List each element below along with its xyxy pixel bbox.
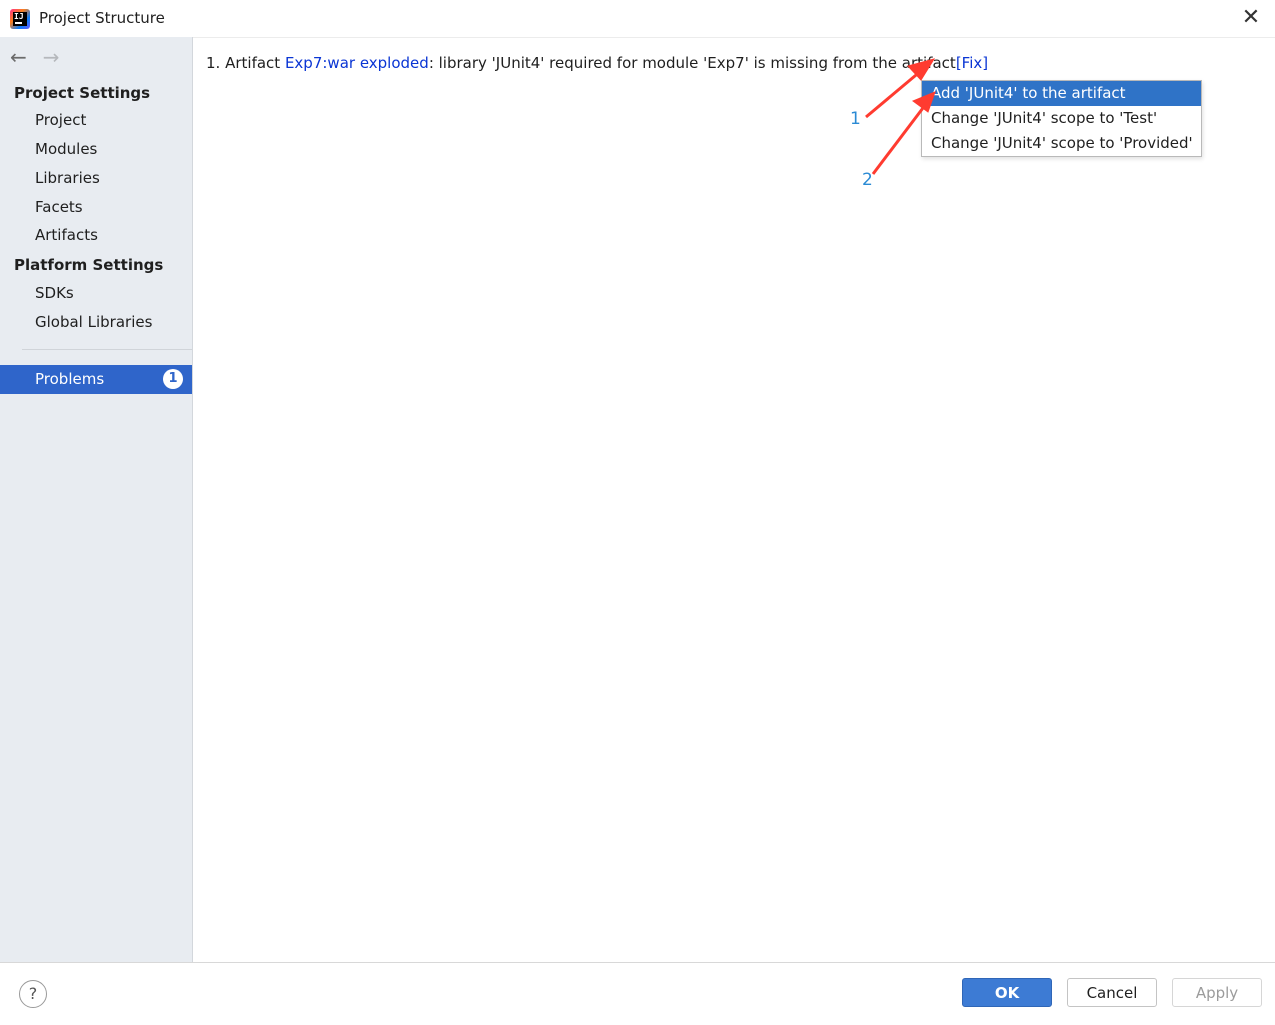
- apply-button[interactable]: Apply: [1172, 978, 1262, 1007]
- annotation-label-2: 2: [862, 170, 873, 190]
- annotation-arrows: [865, 58, 936, 175]
- annotation-label-1: 1: [850, 109, 861, 129]
- dialog-button-bar: ? OK Cancel Apply: [0, 962, 1275, 1025]
- annotation-arrow-2: [871, 103, 928, 175]
- annotation-arrow-1: [865, 68, 923, 119]
- cancel-button[interactable]: Cancel: [1067, 978, 1157, 1007]
- annotation-arrowhead-2: [911, 91, 936, 113]
- help-icon[interactable]: ?: [19, 980, 47, 1008]
- ok-button[interactable]: OK: [962, 978, 1052, 1007]
